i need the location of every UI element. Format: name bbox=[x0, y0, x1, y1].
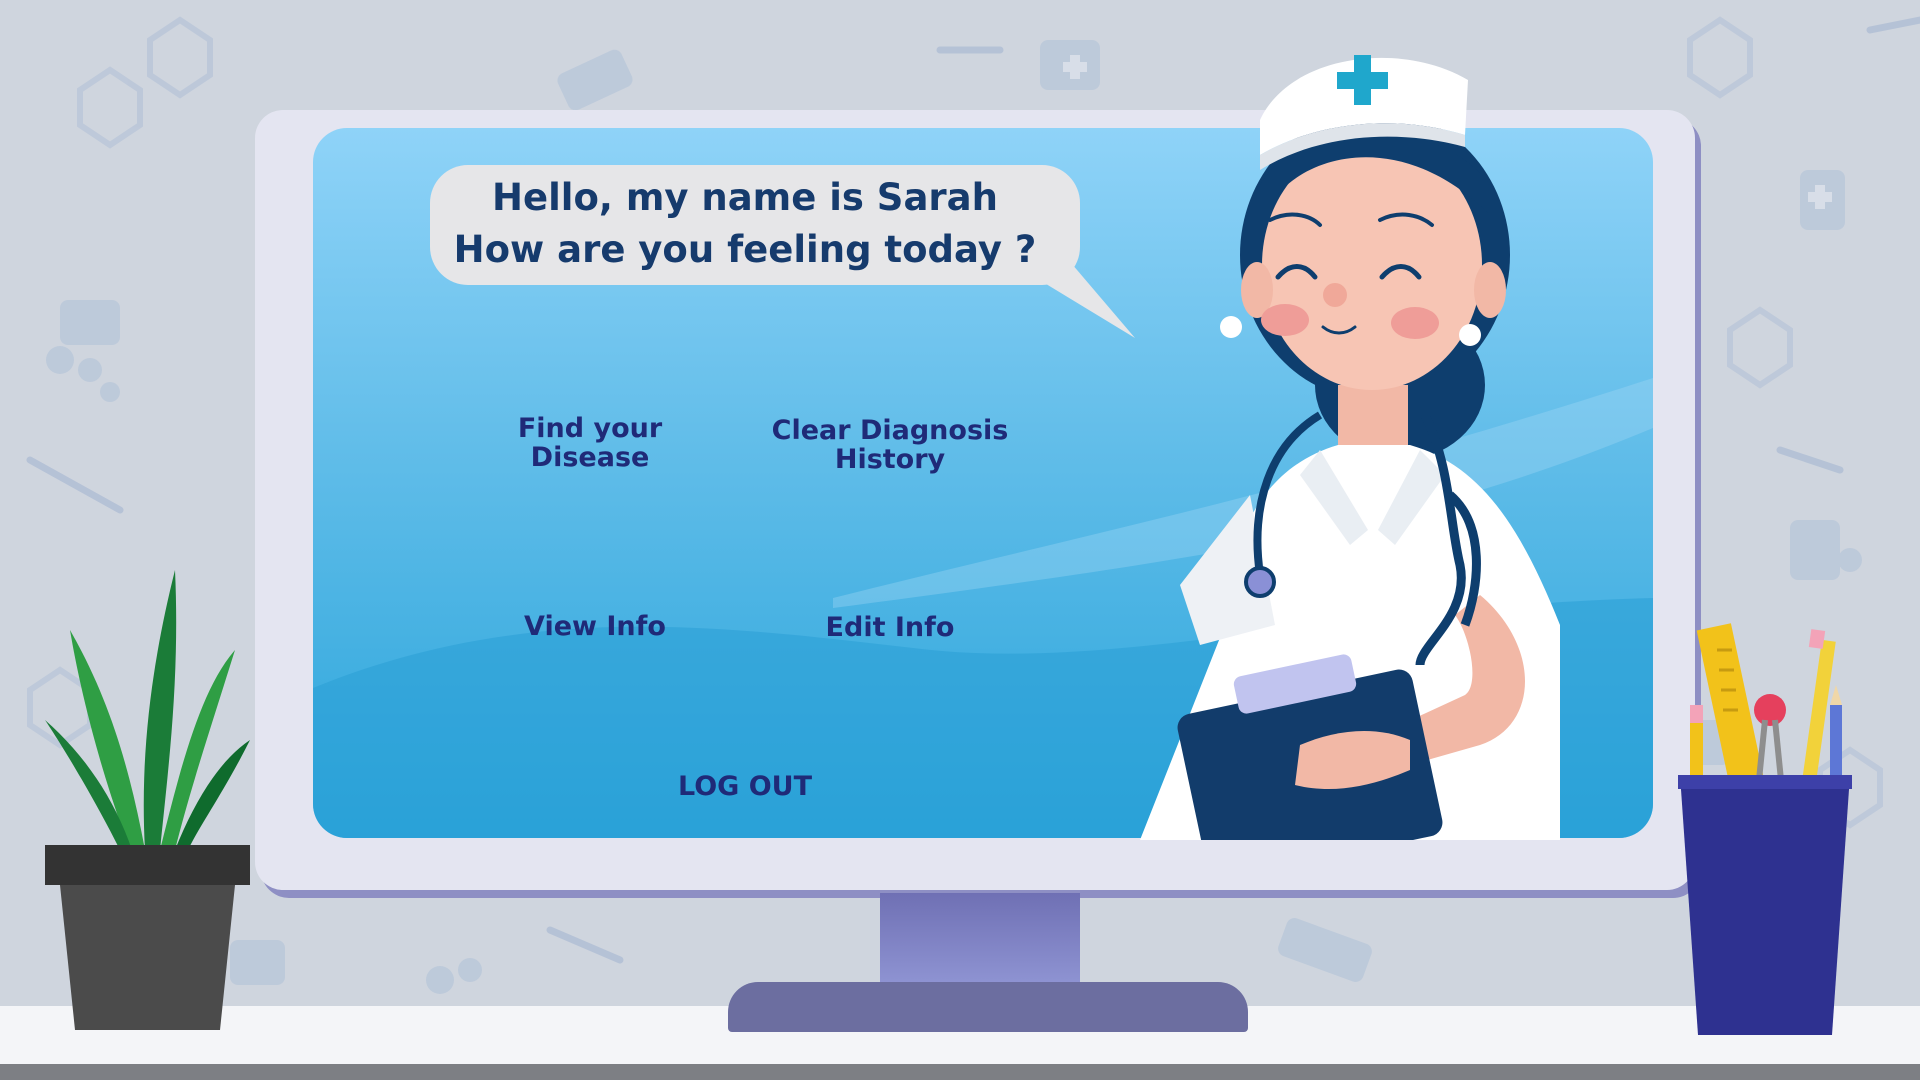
clear-history-label-2: History bbox=[834, 444, 946, 475]
find-disease-label-2: Disease bbox=[530, 442, 650, 473]
clear-history-label-1: Clear Diagnosis bbox=[771, 415, 1009, 446]
find-disease-button[interactable]: Find your Disease bbox=[505, 414, 675, 472]
monitor-stand bbox=[728, 982, 1248, 1032]
nurse-illustration-icon bbox=[1140, 55, 1560, 840]
find-disease-label-1: Find your bbox=[517, 413, 663, 444]
clear-diagnosis-history-button[interactable]: Clear Diagnosis History bbox=[760, 416, 1020, 474]
logout-button[interactable]: LOG OUT bbox=[655, 772, 835, 801]
pencil-cup-icon bbox=[1678, 623, 1852, 1035]
desk-edge bbox=[0, 1064, 1920, 1080]
greeting-line-2: How are you feeling today ? bbox=[453, 228, 1037, 271]
monitor-neck bbox=[880, 893, 1080, 983]
plant-icon bbox=[45, 570, 250, 1030]
greeting-line-1: Hello, my name is Sarah bbox=[492, 176, 998, 219]
greeting-text: Hello, my name is Sarah How are you feel… bbox=[430, 172, 1060, 276]
view-info-button[interactable]: View Info bbox=[510, 612, 680, 641]
edit-info-button[interactable]: Edit Info bbox=[800, 613, 980, 642]
